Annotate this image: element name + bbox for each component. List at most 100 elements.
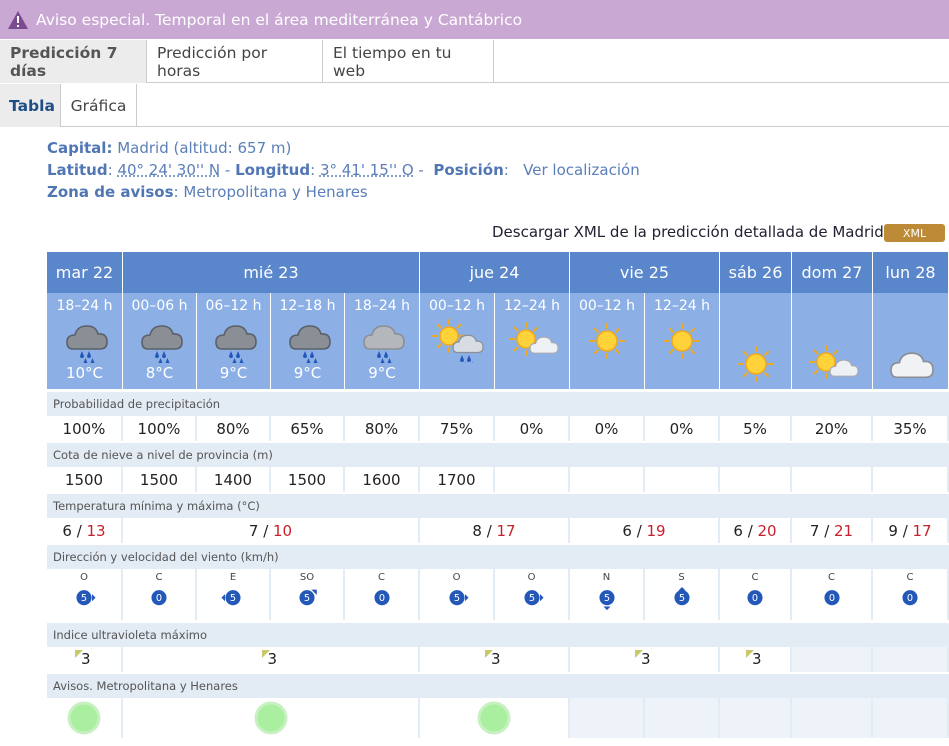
uv-index-cell: 3 [570, 647, 720, 672]
snow-level-value: 1400 [197, 467, 271, 492]
warning-icon [0, 10, 36, 30]
precip-value: 65% [271, 416, 345, 441]
min-temp: 9 [888, 521, 898, 540]
precip-value: 0% [495, 416, 570, 441]
svg-text:0: 0 [752, 593, 758, 604]
svg-text:5: 5 [304, 593, 310, 604]
rain-cloud-icon [55, 319, 115, 365]
period-label: 00–06 h [131, 298, 188, 314]
day-header: lun 28 [873, 252, 949, 293]
day-header: dom 27 [792, 252, 873, 293]
warning-empty-cell [645, 698, 720, 738]
wind-cell: N5 [570, 569, 645, 620]
snow-level-value: 1500 [271, 467, 345, 492]
period-temperature: 8°C [145, 364, 174, 382]
svg-text:5: 5 [81, 593, 87, 604]
wind-speed-badge: 0 [747, 590, 763, 606]
precip-value: 100% [47, 416, 123, 441]
tab-7-day-forecast[interactable]: Predicción 7 días [0, 40, 147, 83]
uv-value: 3 [81, 650, 91, 668]
green-warning-level-icon[interactable] [477, 701, 511, 735]
period-label: 18–24 h [56, 298, 113, 314]
wind-cell: SO 5 [271, 569, 345, 620]
wind-direction: S [678, 572, 685, 583]
secondary-tabs: Tabla Gráfica [0, 84, 949, 127]
wind-direction: C [828, 572, 835, 583]
precip-value: 20% [792, 416, 873, 441]
min-temp: 7 [248, 521, 259, 540]
min-temp: 6 [733, 521, 743, 540]
svg-text:0: 0 [378, 593, 384, 604]
min-temp: 6 [62, 521, 72, 540]
wind-speed-badge: 5 [76, 590, 96, 606]
wind-speed-badge: 5 [673, 587, 690, 606]
green-warning-level-icon[interactable] [67, 701, 101, 735]
period-cell: 06–12 h 9°C [197, 293, 271, 389]
xml-download-button[interactable]: XML [884, 224, 945, 242]
temp-separator: / [258, 521, 274, 540]
tab-table[interactable]: Tabla [0, 84, 61, 127]
tab-chart[interactable]: Gráfica [61, 84, 137, 127]
view-location-link[interactable]: Ver localización [523, 161, 640, 179]
wind-speed-badge: 0 [823, 590, 840, 606]
svg-text:5: 5 [678, 593, 684, 604]
wind-label: Dirección y velocidad del viento (km/h) [47, 545, 949, 569]
wind-speed-badge: 5 [299, 589, 317, 606]
period-cell [792, 293, 873, 389]
temperature-label: Temperatura mínima y máxima (°C) [47, 494, 949, 518]
warning-cell [47, 698, 123, 738]
period-label: 18–24 h [354, 298, 410, 314]
wind-direction: O [527, 572, 536, 583]
wind-cell: O5 [47, 569, 123, 620]
warning-empty-cell [873, 698, 949, 738]
precip-probability-label: Probabilidad de precipitación [47, 392, 949, 416]
wind-direction: E [229, 572, 237, 583]
min-max-temperature: 6 / 19 [570, 518, 720, 543]
precip-value: 0% [645, 416, 720, 441]
period-cell: 12–24 h [495, 293, 570, 389]
temp-separator: / [481, 521, 497, 540]
day-label: vie 25 [619, 263, 670, 282]
sun-cloud-icon [802, 342, 862, 386]
wind-cell: S5 [645, 569, 720, 620]
longitude-value: 3° 41' 15'' O [319, 161, 414, 179]
cloud-icon [881, 342, 941, 386]
uv-index-cell: 3 [420, 647, 570, 672]
wind-cell: C0 [345, 569, 420, 620]
uv-index-cell: 3 [123, 647, 420, 672]
warning-empty-cell [720, 698, 792, 738]
special-alert-banner[interactable]: Aviso especial. Temporal en el área medi… [0, 0, 949, 39]
wind-direction: C [155, 572, 163, 583]
period-cell: 12–18 h 9°C [271, 293, 345, 389]
max-temp: 21 [834, 521, 854, 540]
sun-cloud-icon [502, 319, 562, 363]
tab-hourly-forecast[interactable]: Predicción por horas [147, 40, 323, 83]
rain-cloud-light-icon [352, 319, 412, 365]
wind-cell: C0 [123, 569, 197, 620]
sun-icon [726, 342, 786, 386]
snow-level-label: Cota de nieve a nivel de provincia (m) [47, 443, 949, 467]
warning-cell [123, 698, 420, 738]
snow-level-value: 1600 [345, 467, 420, 492]
snow-level-value [570, 467, 645, 492]
temp-separator: / [742, 521, 758, 540]
day-label: lun 28 [885, 263, 936, 282]
uv-empty-cell [873, 647, 949, 672]
day-header: sáb 26 [720, 252, 792, 293]
period-label: 06–12 h [205, 298, 262, 314]
download-xml-text: Descargar XML de la predicción detallada… [492, 223, 884, 241]
period-label: 12–24 h [504, 298, 560, 314]
rain-cloud-icon [204, 319, 264, 365]
snow-level-value [720, 467, 792, 492]
tab-weather-on-your-web[interactable]: El tiempo en tu web [323, 40, 494, 83]
max-temp: 20 [757, 521, 777, 540]
max-temp: 19 [646, 521, 666, 540]
period-label: 12–18 h [279, 298, 336, 314]
warnings-label: Avisos. Metropolitana y Henares [47, 674, 949, 698]
period-cell: 00–06 h 8°C [123, 293, 197, 389]
green-warning-level-icon[interactable] [254, 701, 288, 735]
day-header: mié 23 [123, 252, 420, 293]
period-label: 12–24 h [654, 298, 710, 314]
rain-cloud-icon [130, 319, 190, 365]
temp-separator: / [819, 521, 835, 540]
